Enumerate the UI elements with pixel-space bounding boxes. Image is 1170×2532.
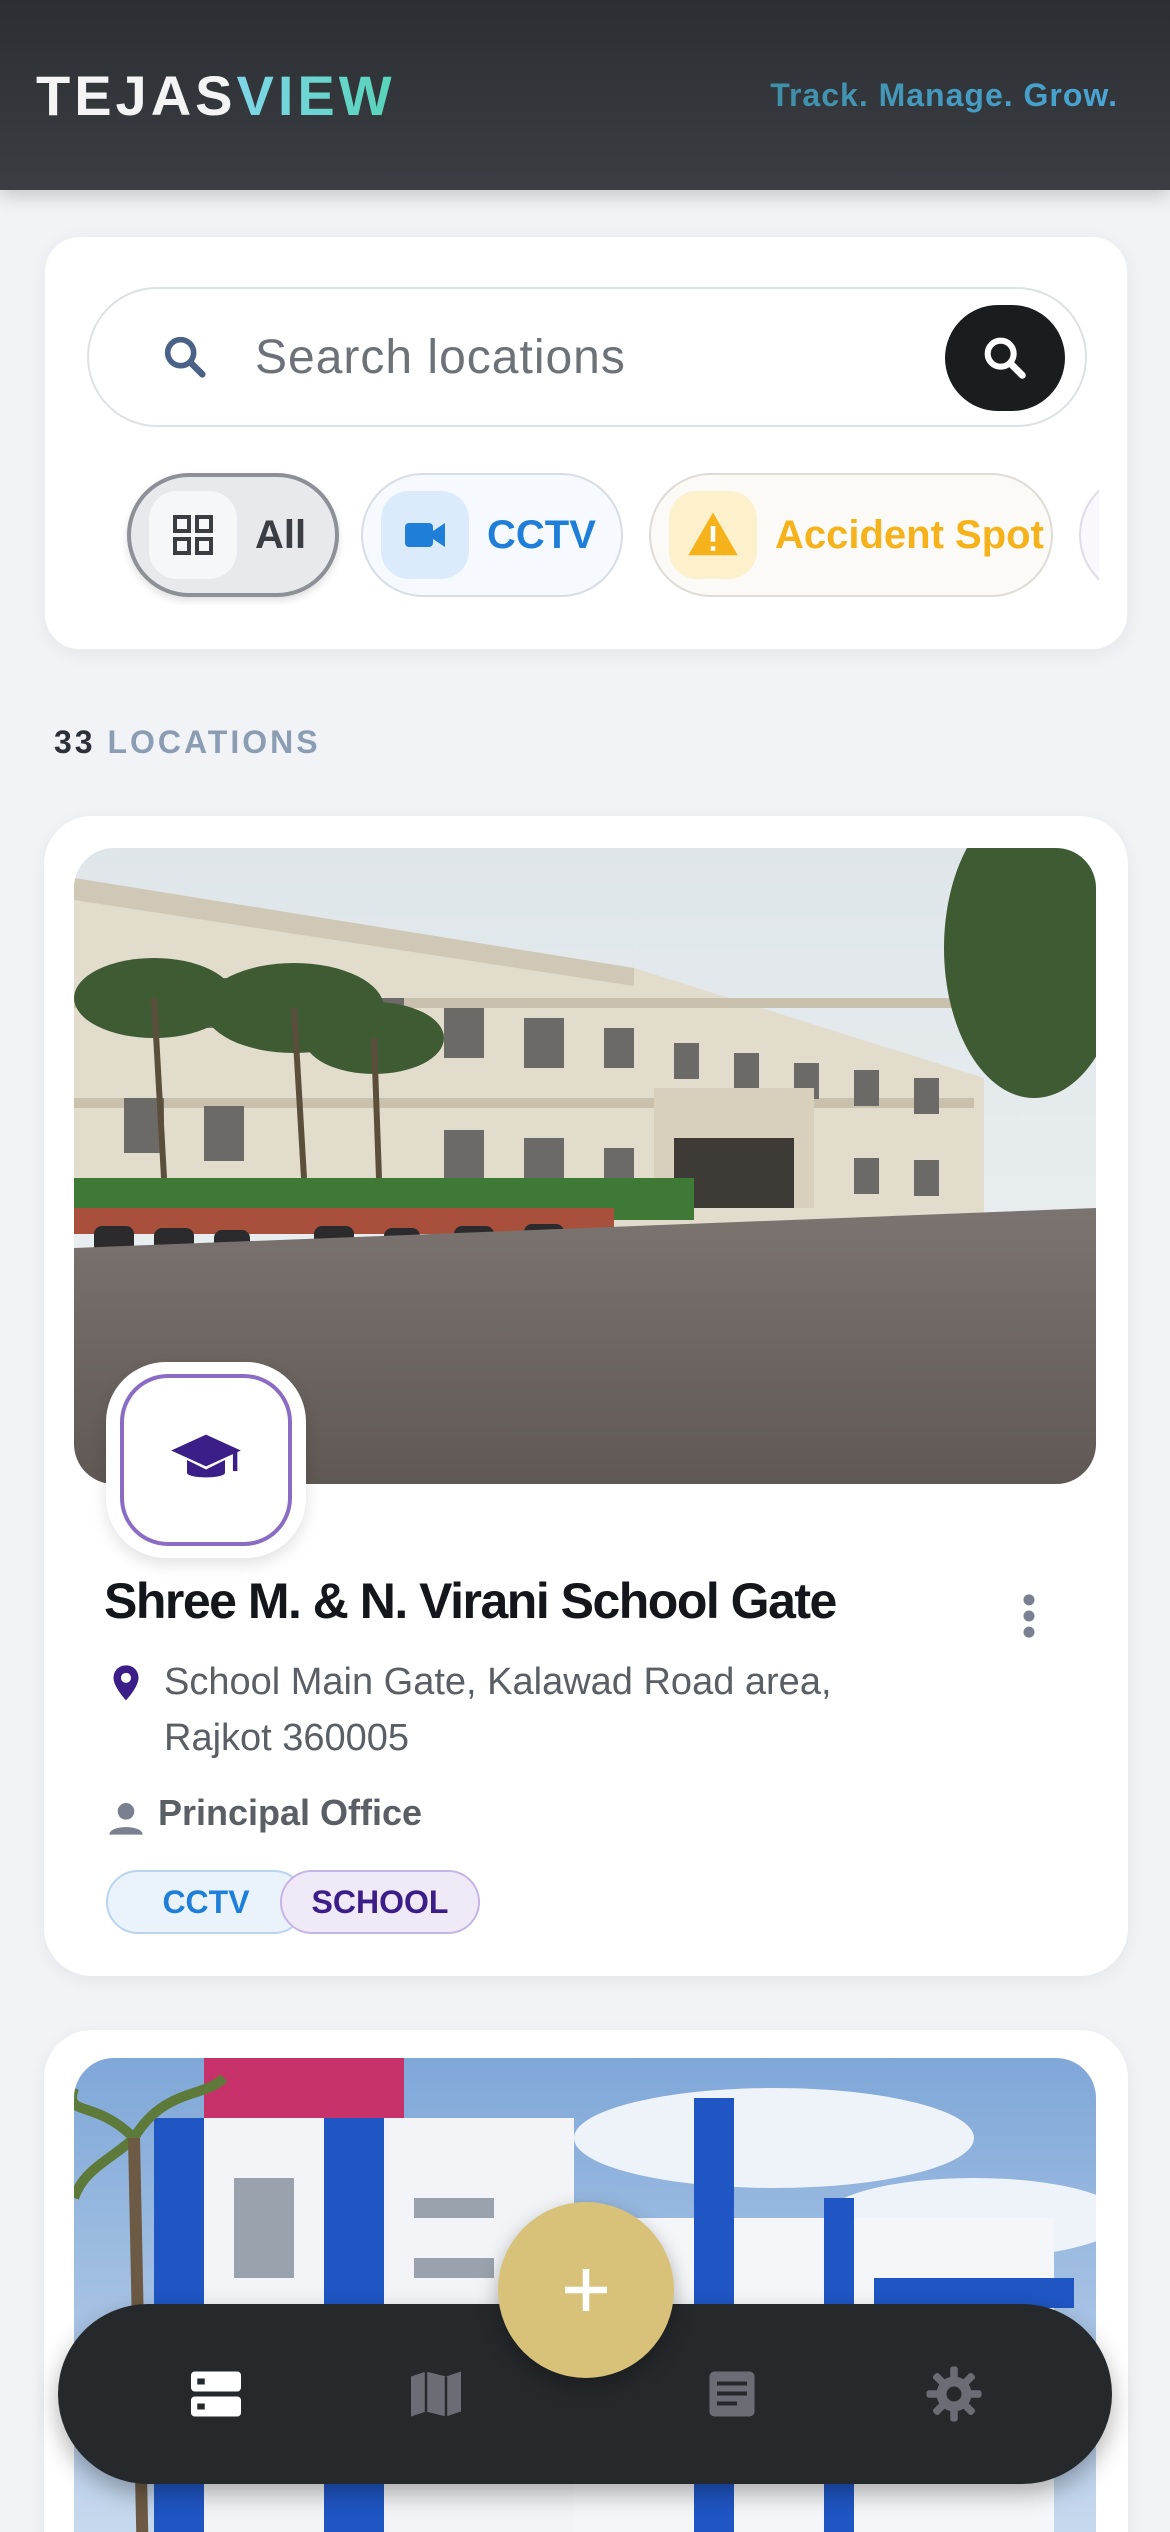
results-count-label: LOCATIONS bbox=[107, 724, 321, 760]
location-card[interactable]: Shree M. & N. Virani School Gate School … bbox=[44, 816, 1128, 1976]
graduation-cap-icon bbox=[171, 1434, 241, 1478]
filter-chip-cctv[interactable]: CCTV bbox=[361, 473, 623, 597]
search-button[interactable] bbox=[945, 305, 1065, 411]
add-location-button[interactable] bbox=[498, 2202, 674, 2378]
more-options-button[interactable] bbox=[1004, 1586, 1054, 1646]
nav-documents[interactable] bbox=[702, 2364, 762, 2424]
list-icon bbox=[191, 2371, 241, 2417]
search-icon bbox=[164, 336, 206, 378]
results-count-number: 33 bbox=[54, 724, 96, 760]
map-icon bbox=[411, 2371, 461, 2417]
app-header: TEJASVIEW Track. Manage. Grow. bbox=[0, 0, 1170, 190]
video-camera-icon bbox=[381, 491, 469, 579]
category-badge bbox=[106, 1362, 306, 1558]
search-filter-card: All CCTV Accident Spot bbox=[44, 236, 1128, 650]
tag-cctv: CCTV bbox=[106, 1870, 306, 1934]
settings-icon bbox=[926, 2366, 982, 2422]
person-icon bbox=[109, 1803, 143, 1835]
more-vertical-icon bbox=[1023, 1594, 1035, 1638]
brand-part-1: TEJAS bbox=[36, 63, 237, 127]
document-icon bbox=[709, 2371, 755, 2417]
filter-chip-more[interactable] bbox=[1079, 473, 1099, 597]
brand-logo: TEJASVIEW bbox=[36, 63, 396, 128]
nav-settings[interactable] bbox=[924, 2364, 984, 2424]
location-title: Shree M. & N. Virani School Gate bbox=[104, 1573, 837, 1629]
warning-icon bbox=[669, 491, 757, 579]
search-input[interactable] bbox=[255, 317, 855, 397]
filter-chip-label: All bbox=[255, 512, 307, 557]
plus-icon bbox=[565, 2269, 607, 2311]
grid-icon bbox=[149, 491, 237, 579]
filter-chip-label: Accident Spot bbox=[775, 512, 1044, 557]
brand-part-2: VIEW bbox=[236, 63, 396, 127]
results-count: 33 LOCATIONS bbox=[54, 724, 321, 761]
location-address: School Main Gate, Kalawad Road area, Raj… bbox=[164, 1661, 832, 1759]
tagline: Track. Manage. Grow. bbox=[770, 76, 1118, 113]
filter-chip-accident-spot[interactable]: Accident Spot bbox=[649, 473, 1053, 597]
location-owner: Principal Office bbox=[158, 1792, 423, 1833]
tag-school: SCHOOL bbox=[280, 1870, 480, 1934]
nav-list[interactable] bbox=[186, 2364, 246, 2424]
filter-chip-all[interactable]: All bbox=[127, 473, 339, 597]
search-bar bbox=[87, 287, 1087, 427]
filter-chips: All CCTV Accident Spot bbox=[83, 469, 1099, 605]
search-icon bbox=[984, 337, 1026, 379]
nav-map[interactable] bbox=[406, 2364, 466, 2424]
location-pin-icon bbox=[113, 1665, 139, 1701]
filter-chip-label: CCTV bbox=[487, 512, 596, 557]
